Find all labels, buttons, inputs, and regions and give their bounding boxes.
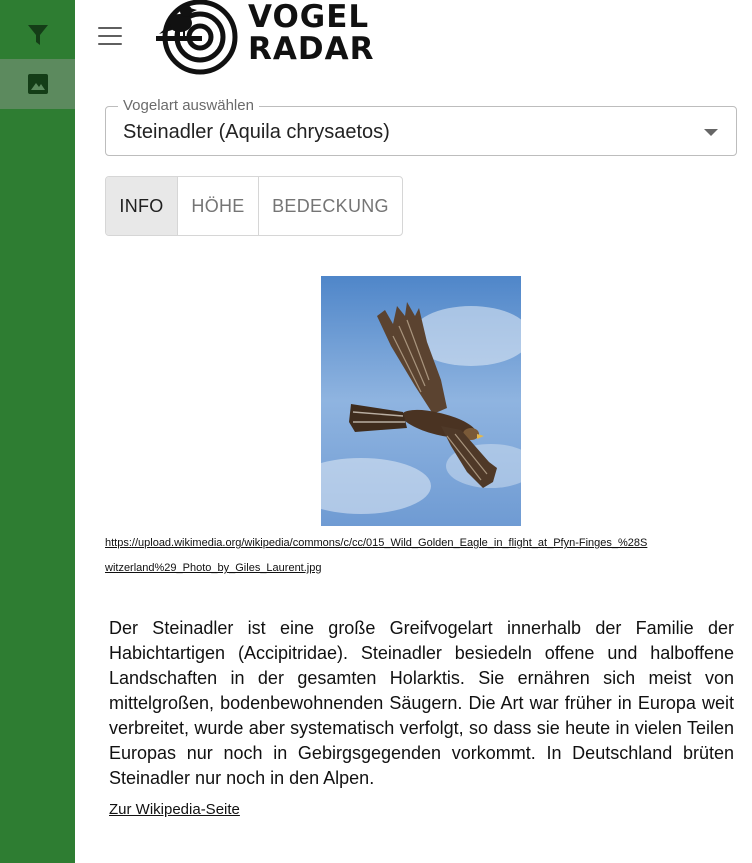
wikipedia-link[interactable]: Zur Wikipedia-Seite — [109, 800, 240, 820]
image-icon — [27, 74, 48, 94]
species-description: Der Steinadler ist eine große Greifvogel… — [109, 618, 734, 788]
image-source-link[interactable]: https://upload.wikimedia.org/wikipedia/c… — [105, 531, 650, 581]
filter-button[interactable] — [0, 10, 75, 60]
logo: VOGEL RADAR — [156, 0, 380, 76]
menu-icon[interactable] — [98, 27, 122, 45]
chevron-down-icon — [704, 129, 718, 136]
logo-text: VOGEL RADAR — [248, 1, 374, 65]
filter-icon — [27, 25, 48, 45]
image-button[interactable] — [0, 59, 75, 109]
species-photo — [321, 276, 521, 526]
tab-hoehe[interactable]: HÖHE — [178, 177, 259, 235]
tab-group: INFO HÖHE BEDECKUNG — [105, 176, 403, 236]
species-select-value: Steinadler (Aquila chrysaetos) — [123, 121, 390, 143]
tab-info[interactable]: INFO — [106, 177, 178, 235]
sidebar — [0, 0, 75, 863]
tab-bedeckung[interactable]: BEDECKUNG — [259, 177, 402, 235]
bird-radar-icon — [156, 0, 238, 75]
logo-line-1: VOGEL — [248, 0, 370, 35]
species-select-label: Vogelart auswählen — [118, 98, 259, 114]
species-select[interactable]: Vogelart auswählen Steinadler (Aquila ch… — [105, 98, 737, 156]
logo-line-2: RADAR — [248, 31, 375, 67]
